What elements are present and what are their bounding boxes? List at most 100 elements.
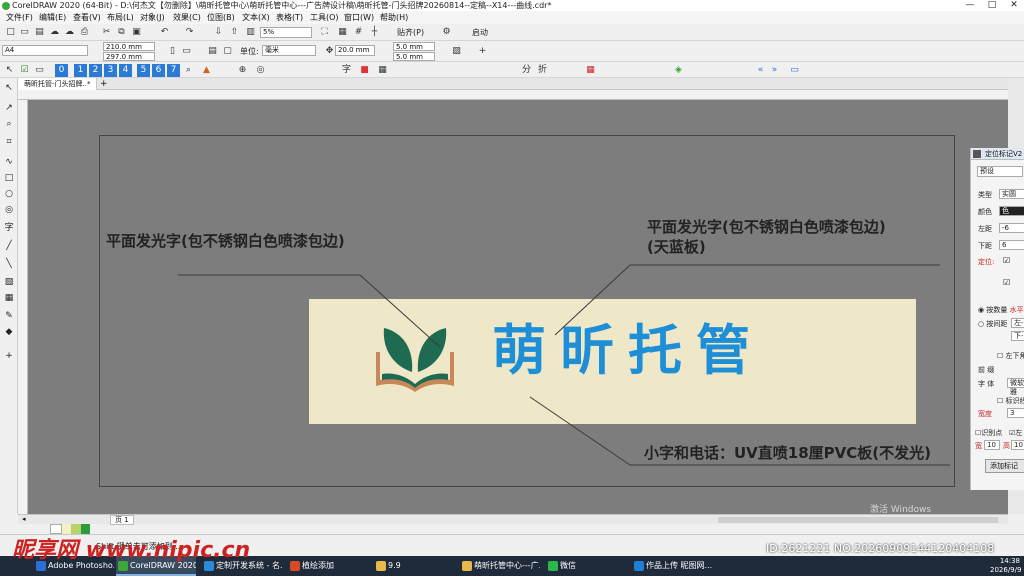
left-lower-checkbox[interactable]: ☐ 左下角 <box>997 351 1024 361</box>
swatch-white[interactable] <box>50 524 62 534</box>
duplicate-x-field[interactable]: 5.0 mm <box>393 42 435 51</box>
page-tab[interactable]: 页 1 <box>110 515 134 525</box>
by-spacing-radio[interactable]: ○ 按间距 <box>978 319 1007 329</box>
publish-pdf-icon[interactable]: ▥ <box>244 26 257 39</box>
menu-table[interactable]: 表格(T) <box>276 11 303 24</box>
color-icon[interactable]: ■ <box>358 64 371 77</box>
copy-icon[interactable]: ⧉ <box>115 26 128 39</box>
text-tool-left-icon[interactable]: 字 <box>3 222 15 234</box>
ellipse-tool-icon[interactable]: ○ <box>3 188 15 200</box>
fill-tool-icon[interactable]: ◆ <box>3 326 15 338</box>
menu-text[interactable]: 文本(X) <box>242 11 270 24</box>
crosshair-icon[interactable]: ⊕ <box>236 64 249 77</box>
type-select[interactable]: 实圆 <box>999 189 1024 199</box>
show-guidelines-icon[interactable]: ┼ <box>368 26 381 39</box>
fold-icon[interactable]: 折 <box>536 64 549 77</box>
zoom-level-field[interactable]: 5% <box>260 27 312 38</box>
minimize-button[interactable]: — <box>960 0 980 11</box>
current-page-icon[interactable]: ▢ <box>221 45 234 58</box>
menu-window[interactable]: 窗口(W) <box>344 11 374 24</box>
number-6-icon[interactable]: 6 <box>152 64 165 77</box>
target-icon[interactable]: ◎ <box>254 64 267 77</box>
number-0-icon[interactable]: 0 <box>55 64 68 77</box>
import-icon[interactable]: ⇩ <box>212 26 225 39</box>
close-button[interactable]: ✕ <box>1004 0 1024 11</box>
taskbar-folder-1[interactable]: 9.9 <box>374 556 454 576</box>
split-icon[interactable]: 分 <box>520 64 533 77</box>
number-4-icon[interactable]: 4 <box>119 64 132 77</box>
open-icon[interactable]: ▭ <box>18 26 31 39</box>
add-marker-button[interactable]: 添加标记 <box>985 459 1024 473</box>
spacing-field-2[interactable]: 下- <box>1011 331 1024 341</box>
number-7-icon[interactable]: 7 <box>167 64 180 77</box>
cut-icon[interactable]: ✂ <box>100 26 113 39</box>
launch-dropdown[interactable]: 启动 <box>472 27 488 38</box>
new-document-icon[interactable]: □ <box>4 26 17 39</box>
dimension-tool-icon[interactable]: ╱ <box>3 240 15 252</box>
bottom-margin-field[interactable]: 6 <box>999 240 1024 250</box>
horizontal-scrollbar[interactable] <box>718 517 998 523</box>
number-2-icon[interactable]: 2 <box>89 64 102 77</box>
menu-effects[interactable]: 效果(C) <box>173 11 201 24</box>
color-select[interactable]: 色 <box>999 206 1024 216</box>
number-5-icon[interactable]: 5 <box>137 64 150 77</box>
text-tool-icon[interactable]: 字 <box>340 64 353 77</box>
duplicate-y-field[interactable]: 5.0 mm <box>393 52 435 61</box>
width-field[interactable]: 3 <box>1007 408 1024 418</box>
recognition-point-checkbox[interactable]: ☐识别点 <box>975 428 1002 438</box>
taskbar-app[interactable]: 植绘添加 <box>288 556 368 576</box>
table-icon[interactable]: ▦ <box>376 64 389 77</box>
by-count-radio[interactable]: ◉ 按数量 水平 <box>978 305 1024 315</box>
rectangle-tool-icon[interactable]: □ <box>3 172 15 184</box>
eyedropper-tool-icon[interactable]: ✎ <box>3 310 15 322</box>
shape-tool-icon[interactable]: ▲ <box>200 64 213 77</box>
swatch-green[interactable] <box>80 524 90 534</box>
height-short-field[interactable]: 10 <box>1011 440 1024 450</box>
screen-icon[interactable]: ▭ <box>788 64 801 77</box>
full-screen-icon[interactable]: ⛶ <box>318 26 331 39</box>
pages-icon[interactable]: ▭ <box>33 64 46 77</box>
mark-line-checkbox[interactable]: ☐ 标识线 <box>997 396 1024 406</box>
transparency-tool-icon[interactable]: ▧ <box>3 276 15 288</box>
options-gear-icon[interactable]: ⚙ <box>440 26 453 39</box>
polygon-tool-icon[interactable]: ◎ <box>3 204 15 216</box>
forward-icon[interactable]: » <box>768 64 781 77</box>
all-pages-icon[interactable]: ▤ <box>206 45 219 58</box>
page-width-field[interactable]: 210.0 mm <box>103 42 155 51</box>
horizontal-ruler[interactable] <box>18 90 1008 100</box>
prev-page-icon[interactable]: ◂ <box>22 515 26 524</box>
nudge-distance-field[interactable]: 20.0 mm <box>335 45 375 56</box>
swatch-lime[interactable] <box>71 524 81 534</box>
taskbar-browser-2[interactable]: 作品上传 昵图网... <box>632 556 712 576</box>
maximize-button[interactable]: □ <box>982 0 1002 11</box>
taskbar-folder-2[interactable]: 萌昕托管中心---广... <box>460 556 540 576</box>
units-select[interactable]: 毫米 <box>262 45 316 56</box>
show-grid-icon[interactable]: # <box>352 26 365 39</box>
number-1-icon[interactable]: 1 <box>74 64 87 77</box>
pointer-icon[interactable]: ↖ <box>3 64 16 77</box>
menu-view[interactable]: 查看(V) <box>73 11 101 24</box>
save-icon[interactable]: ▤ <box>33 26 46 39</box>
rewind-icon[interactable]: « <box>754 64 767 77</box>
zoom-tool-icon[interactable]: ⌕ <box>3 118 15 130</box>
document-tab[interactable]: 萌昕托管-门头招牌..* <box>18 78 98 90</box>
crop-tool-icon[interactable]: ⌗ <box>3 136 15 148</box>
cloud-save-icon[interactable]: ☁ <box>63 26 76 39</box>
menu-bitmaps[interactable]: 位图(B) <box>207 11 235 24</box>
taskbar-wechat[interactable]: 微信 <box>546 556 626 576</box>
grid-red-icon[interactable]: ▦ <box>584 64 597 77</box>
callout-left[interactable]: 平面发光字(包不锈钢白色喷漆包边) <box>106 232 345 251</box>
menu-edit[interactable]: 编辑(E) <box>39 11 66 24</box>
new-tab-icon[interactable]: + <box>100 78 108 90</box>
checker-tool-icon[interactable]: ▦ <box>3 292 15 304</box>
spacing-field-1[interactable]: 左- <box>1011 318 1024 328</box>
redo-icon[interactable]: ↷ <box>183 26 196 39</box>
connector-tool-icon[interactable]: ╲ <box>3 258 15 270</box>
callout-right-line2[interactable]: (天蓝板) <box>647 238 706 257</box>
vertical-ruler[interactable] <box>18 100 28 514</box>
menu-layout[interactable]: 布局(L) <box>107 11 134 24</box>
show-rulers-icon[interactable]: ▦ <box>336 26 349 39</box>
add-icon[interactable]: + <box>476 45 489 58</box>
number-3-icon[interactable]: 3 <box>104 64 117 77</box>
panel-grip-icon[interactable] <box>973 150 981 158</box>
